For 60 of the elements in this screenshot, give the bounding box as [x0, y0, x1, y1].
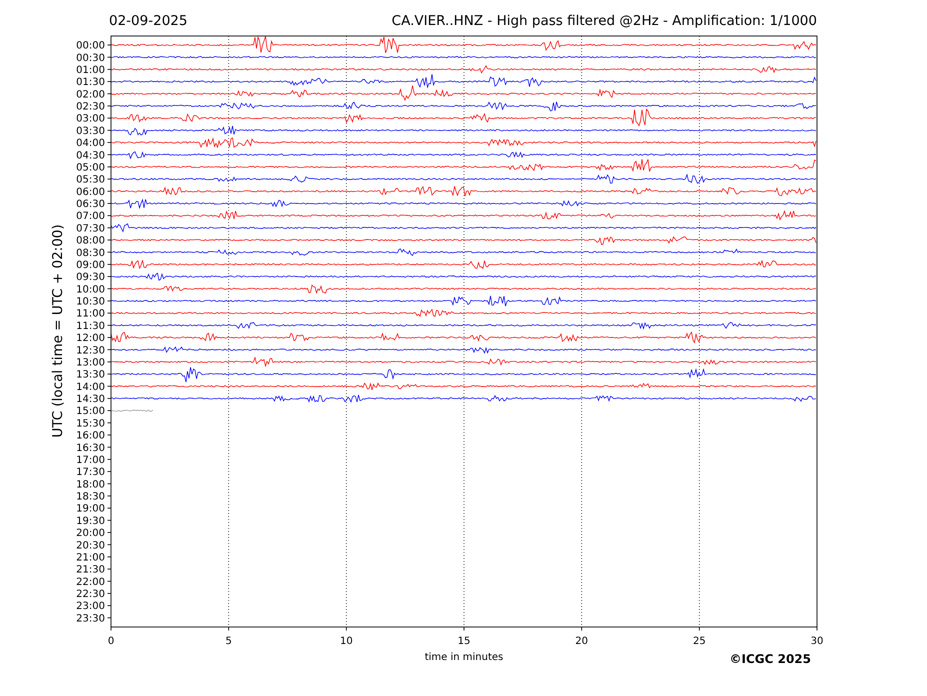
time-label: 13:30	[76, 370, 105, 381]
time-label: 19:30	[76, 516, 105, 527]
time-label: 06:00	[76, 186, 105, 198]
time-label: 14:00	[76, 382, 105, 393]
x-tick-label: 15	[458, 636, 470, 647]
time-label: 02:30	[76, 102, 105, 113]
time-label: 05:30	[76, 174, 105, 186]
time-label: 17:30	[76, 467, 105, 478]
time-label: 07:30	[76, 223, 105, 234]
time-label: 07:00	[76, 211, 105, 222]
time-label: 22:30	[76, 589, 105, 600]
time-label: 13:00	[76, 357, 105, 368]
x-tick-label: 5	[225, 636, 232, 647]
time-label: 04:00	[76, 138, 105, 150]
time-label: 10:30	[76, 296, 105, 308]
time-label: 18:00	[76, 479, 105, 490]
time-label: 19:00	[76, 504, 105, 515]
time-label: 00:00	[76, 40, 105, 52]
time-label: 14:30	[76, 394, 105, 406]
date: 02-09-2025	[109, 13, 188, 29]
time-label: 11:30	[76, 320, 105, 332]
time-label: 15:00	[76, 406, 105, 418]
time-label: 03:00	[76, 114, 105, 125]
time-label: 01:00	[76, 64, 105, 76]
time-label: 08:30	[76, 248, 105, 259]
time-label: 11:00	[76, 308, 105, 320]
time-label: 05:00	[76, 162, 105, 174]
time-label: 10:00	[76, 284, 105, 296]
time-label: 17:00	[76, 454, 105, 466]
time-label: 09:30	[76, 272, 105, 284]
time-label: 04:30	[76, 150, 105, 162]
time-label: 20:00	[76, 528, 105, 540]
x-axis-label: time in minutes	[424, 652, 504, 663]
time-label: 09:00	[76, 260, 105, 271]
chart-title: CA.VIER..HNZ - High pass filtered @2Hz - Amplification: 1/1000	[392, 13, 817, 29]
x-tick-label: 20	[575, 636, 588, 647]
time-label: 22:00	[76, 576, 105, 588]
copyright: ©ICGC 2025	[729, 652, 811, 666]
x-tick-label: 0	[108, 636, 114, 647]
time-label: 21:30	[76, 564, 105, 576]
time-label: 12:00	[76, 333, 105, 344]
y-axis-label: UTC (local time = UTC + 02:00)	[50, 224, 66, 438]
x-tick-label: 30	[810, 636, 824, 647]
time-label: 21:00	[76, 552, 105, 564]
time-label: 01:30	[76, 77, 105, 88]
time-label: 02:00	[76, 89, 105, 100]
time-label: 18:30	[76, 492, 105, 503]
time-label: 23:00	[76, 601, 105, 612]
time-label: 06:30	[76, 199, 105, 210]
time-label: 03:30	[76, 126, 105, 137]
time-label: 16:30	[76, 442, 105, 454]
x-tick-label: 25	[692, 636, 706, 647]
time-label: 16:00	[76, 430, 105, 442]
time-label: 12:30	[76, 345, 105, 356]
x-tick-label: 10	[340, 636, 353, 647]
time-label: 08:00	[76, 236, 105, 247]
time-label: 23:30	[76, 613, 105, 624]
time-label: 00:30	[76, 52, 105, 64]
time-label: 20:30	[76, 540, 105, 552]
time-label: 15:30	[76, 418, 105, 430]
